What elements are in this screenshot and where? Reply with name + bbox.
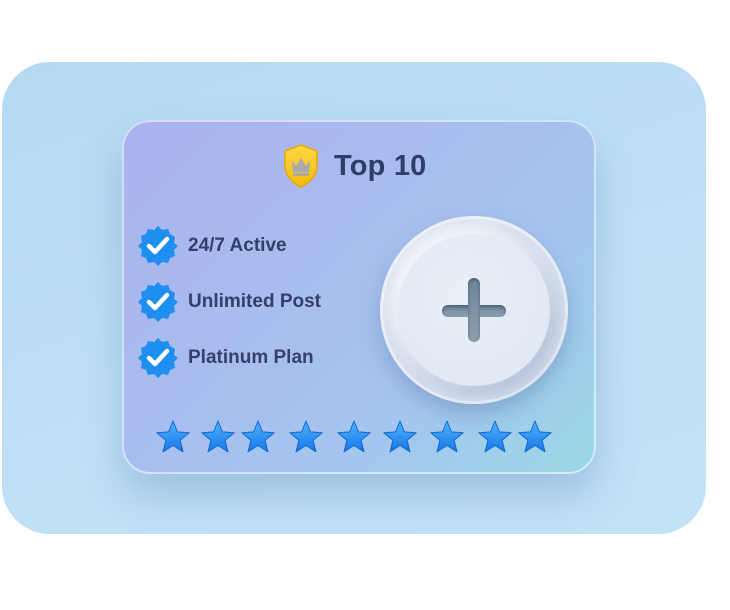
card-title: Top 10 [334,149,427,182]
plan-card: Top 10 24/7 Active Unlimited Post Platin… [122,120,596,474]
star-icon [201,420,235,453]
star-icon [518,420,552,453]
verified-badge-icon [138,226,178,266]
star-icon [289,420,323,453]
verified-badge-icon [138,338,178,378]
star-icon [478,420,512,453]
feature-item: Unlimited Post [136,274,321,330]
feature-list: 24/7 Active Unlimited Post Platinum Plan [136,218,321,386]
add-button[interactable] [398,234,550,386]
feature-label: Unlimited Post [188,291,322,312]
star-icon [241,420,275,453]
star-icon [383,420,417,453]
add-button-ring [380,216,568,404]
feature-label: 24/7 Active [188,235,287,256]
feature-label: Platinum Plan [188,347,314,368]
star-icon [430,420,464,453]
star-icon [156,420,190,453]
verified-badge-icon [138,282,178,322]
feature-item: 24/7 Active [136,218,321,274]
card-header: Top 10 [282,142,427,190]
feature-item: Platinum Plan [136,330,321,386]
crown-shield-icon [284,144,318,188]
star-icon [337,420,371,453]
